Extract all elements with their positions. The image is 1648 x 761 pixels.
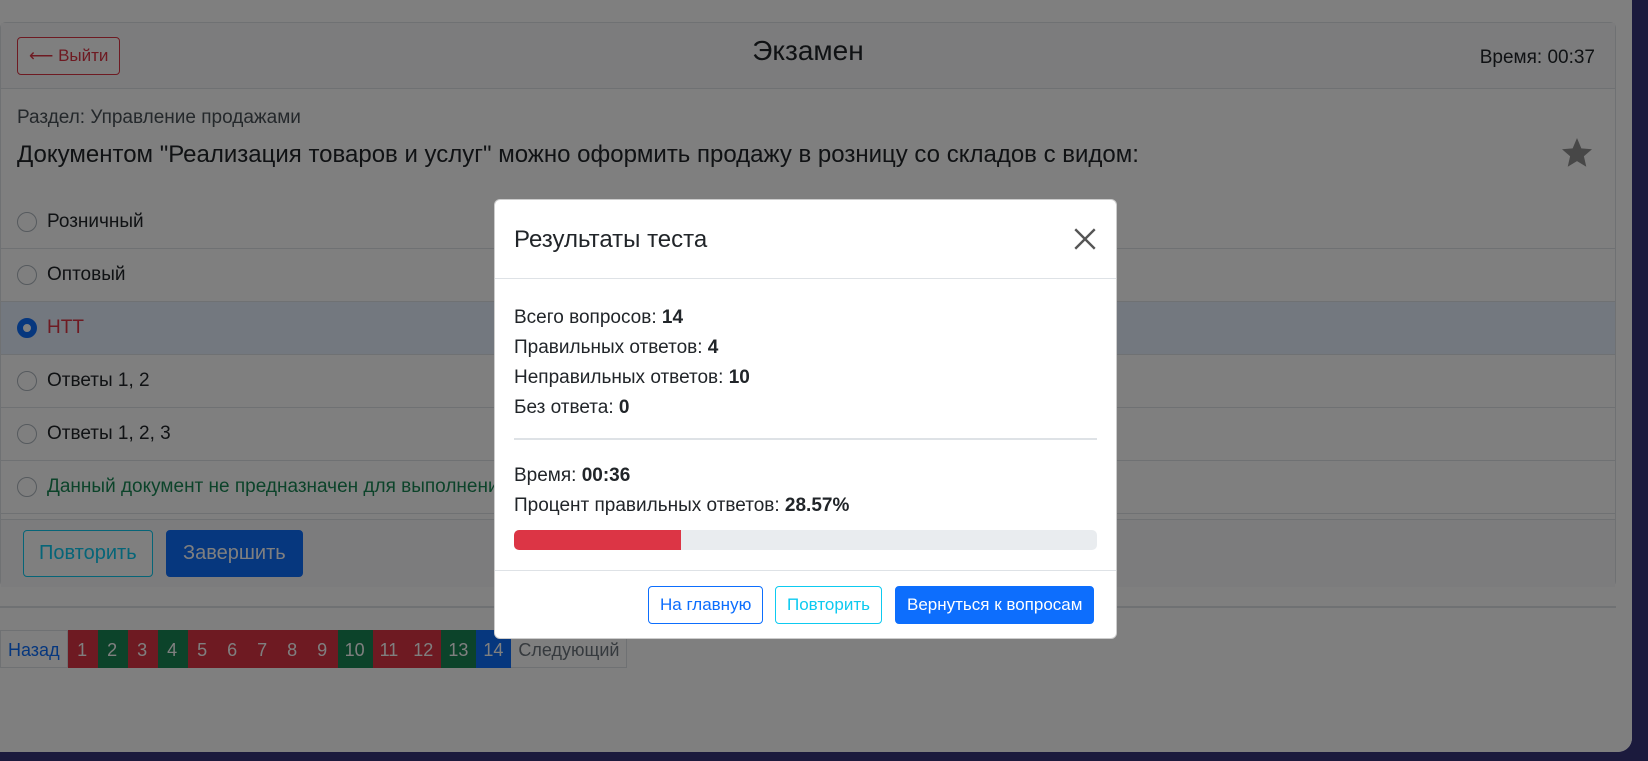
stat-value: 28.57% [784,495,850,516]
score-progress [514,530,1097,550]
stat-label: Правильных ответов: [514,337,703,358]
stat-value: 0 [618,397,630,418]
modal-retry-button[interactable]: Повторить [775,586,882,624]
stat-label: Без ответа: [514,397,614,418]
results-summary: Время: 00:36 Процент правильных ответов:… [514,461,849,521]
stat-value: 4 [707,337,719,358]
divider [514,438,1097,440]
stat-wrong: Неправильных ответов: 10 [514,363,750,393]
modal-footer: На главную Повторить Вернуться к вопроса… [495,570,1116,640]
results-modal: Результаты теста Всего вопросов: 14 Прав… [494,199,1117,639]
stat-label: Время: [514,465,577,486]
app-window: ⟵ Выйти Экзамен Время: 00:37 Раздел: Упр… [0,0,1632,752]
stat-label: Всего вопросов: [514,307,657,328]
results-stats: Всего вопросов: 14 Правильных ответов: 4… [514,303,750,423]
stat-percent: Процент правильных ответов: 28.57% [514,491,849,521]
stat-label: Процент правильных ответов: [514,495,780,516]
stat-label: Неправильных ответов: [514,367,724,388]
stat-correct: Правильных ответов: 4 [514,333,750,363]
close-icon[interactable] [1072,226,1098,252]
stat-unanswered: Без ответа: 0 [514,393,750,423]
stat-value: 14 [661,307,684,328]
modal-title: Результаты теста [514,226,708,253]
stat-time: Время: 00:36 [514,461,849,491]
back-to-questions-button[interactable]: Вернуться к вопросам [895,586,1095,624]
modal-header: Результаты теста [495,200,1116,279]
stat-total: Всего вопросов: 14 [514,303,750,333]
score-progress-fill [514,530,681,550]
home-button[interactable]: На главную [648,586,764,624]
stat-value: 10 [728,367,750,388]
stat-value: 00:36 [581,465,631,486]
